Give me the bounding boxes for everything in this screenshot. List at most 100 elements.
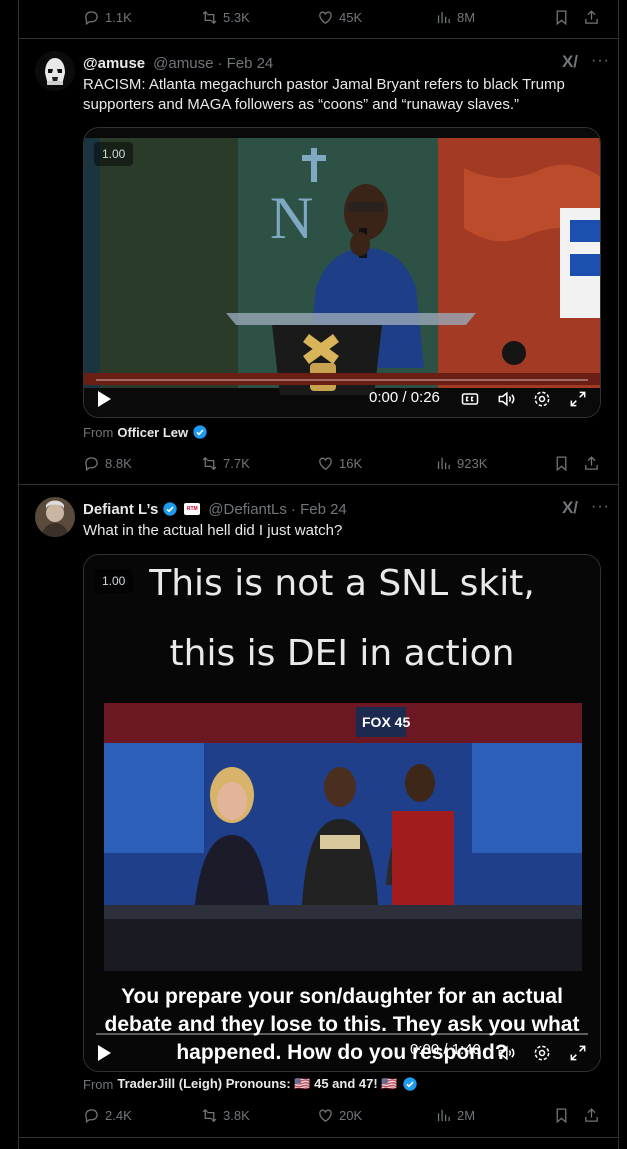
tweet[interactable]: Defiant L’s RTM @DefiantLs · Feb 24 X/ ·… <box>19 485 618 1135</box>
views-button[interactable]: 2M <box>435 1107 475 1124</box>
views-count: 8M <box>457 9 476 25</box>
bookmark-button[interactable] <box>553 455 570 472</box>
verified-icon <box>193 425 207 439</box>
playback-speed[interactable]: 1.00 <box>94 142 134 166</box>
reply-button[interactable]: 2.4K <box>83 1107 132 1124</box>
video-time: 0:00 / 0:26 <box>369 389 440 406</box>
views-button[interactable]: 923K <box>435 455 487 472</box>
like-icon <box>319 11 332 24</box>
reply-button[interactable]: 8.8K <box>83 455 132 472</box>
reply-button[interactable]: 1.1K <box>83 9 132 26</box>
tweet-date[interactable]: · Feb 24 <box>217 55 273 72</box>
progress-bar[interactable] <box>96 379 588 381</box>
tweet-actions: 8.8K 7.7K 16K 923K <box>83 451 604 475</box>
user-handle[interactable]: @amuse <box>153 55 213 72</box>
views-count: 923K <box>457 455 488 471</box>
repost-button[interactable]: 3.8K <box>201 1107 250 1124</box>
reply-icon <box>85 456 98 471</box>
reply-icon <box>85 1108 98 1123</box>
tweet-header: Defiant L’s RTM @DefiantLs · Feb 24 <box>83 499 608 519</box>
share-icon <box>585 9 598 24</box>
tweet-date[interactable]: · Feb 24 <box>291 501 347 518</box>
tweet-actions: 2.4K 3.8K 20K 2M <box>83 1103 604 1127</box>
verified-icon <box>402 1077 417 1091</box>
fullscreen-icon[interactable] <box>568 1043 588 1063</box>
like-count: 20K <box>339 1107 363 1123</box>
divider <box>19 1137 618 1138</box>
grok-icon[interactable]: X/ <box>562 52 578 72</box>
bookmark-button[interactable] <box>553 9 570 26</box>
person-avatar-image <box>35 497 75 537</box>
stormtrooper-avatar-image <box>35 51 75 91</box>
share-button[interactable] <box>583 9 600 26</box>
bookmark-button[interactable] <box>553 1107 570 1124</box>
video-player[interactable]: FOX 45 This is not a SNL skit, this is D… <box>83 554 601 1072</box>
tweet-actions: 1.1K 5.3K 45K 8M <box>83 5 604 29</box>
settings-icon[interactable] <box>532 1043 552 1063</box>
video-caption-top-2: this is DEI in action <box>169 633 515 674</box>
captions-icon[interactable] <box>460 389 480 409</box>
scene-logo: FOX 45 <box>362 714 410 730</box>
share-icon <box>585 455 598 470</box>
repost-count: 7.7K <box>223 455 250 471</box>
display-name[interactable]: @amuse <box>83 55 145 72</box>
from-label: From <box>83 424 114 440</box>
repost-icon <box>202 1108 217 1122</box>
tweet[interactable]: @amuse @amuse · Feb 24 X/ ··· RACISM: At… <box>19 39 618 484</box>
like-button[interactable]: 20K <box>317 1107 362 1124</box>
volume-icon[interactable] <box>496 1043 516 1063</box>
video-controls: 0:00 / 1:40 <box>84 1027 600 1071</box>
reply-icon <box>85 10 98 25</box>
volume-icon[interactable] <box>496 389 516 409</box>
video-attribution: From TraderJill (Leigh) Pronouns: 🇺🇸 45 … <box>83 1076 418 1092</box>
svg-text:N: N <box>270 185 313 251</box>
play-icon[interactable] <box>98 1045 111 1061</box>
video-controls: 0:00 / 0:26 <box>84 373 600 417</box>
repost-button[interactable]: 7.7K <box>201 455 250 472</box>
settings-icon[interactable] <box>532 389 552 409</box>
share-button[interactable] <box>583 455 600 472</box>
views-icon <box>437 1109 450 1121</box>
display-name[interactable]: Defiant L’s <box>83 501 158 518</box>
tweet-text: What in the actual hell did I just watch… <box>83 522 343 539</box>
views-count: 2M <box>457 1107 476 1123</box>
more-icon[interactable]: ··· <box>591 52 610 70</box>
avatar[interactable] <box>35 497 75 537</box>
playback-speed[interactable]: 1.00 <box>94 569 134 593</box>
affiliate-badge[interactable]: RTM <box>184 503 201 515</box>
video-player[interactable]: N 1.00 0:00 / 0:26 <box>83 127 601 418</box>
avatar[interactable] <box>35 51 75 91</box>
timeline: 1.1K 5.3K 45K 8M @amuse @amuse · Feb 24 … <box>18 0 619 1149</box>
reply-count: 2.4K <box>105 1107 132 1123</box>
bookmark-icon <box>556 9 567 25</box>
attribution-user[interactable]: TraderJill (Leigh) Pronouns: 🇺🇸 45 and 4… <box>117 1076 397 1092</box>
video-attribution: From Officer Lew <box>83 424 208 440</box>
repost-count: 5.3K <box>223 9 250 25</box>
like-button[interactable]: 45K <box>317 9 362 26</box>
play-icon[interactable] <box>98 391 111 407</box>
views-icon <box>437 457 450 469</box>
verified-icon <box>163 502 177 516</box>
like-count: 45K <box>339 9 363 25</box>
bookmark-icon <box>556 455 567 471</box>
repost-icon <box>202 10 217 24</box>
grok-icon[interactable]: X/ <box>562 498 578 518</box>
like-count: 16K <box>339 455 363 471</box>
views-button[interactable]: 8M <box>435 9 475 26</box>
fullscreen-icon[interactable] <box>568 389 588 409</box>
user-handle[interactable]: @DefiantLs <box>208 501 287 518</box>
tweet-header: @amuse @amuse · Feb 24 <box>83 53 608 73</box>
more-icon[interactable]: ··· <box>591 498 610 516</box>
like-button[interactable]: 16K <box>317 455 362 472</box>
from-label: From <box>83 1076 114 1092</box>
repost-count: 3.8K <box>223 1107 250 1123</box>
reply-count: 1.1K <box>105 9 132 25</box>
repost-button[interactable]: 5.3K <box>201 9 250 26</box>
share-button[interactable] <box>583 1107 600 1124</box>
attribution-user[interactable]: Officer Lew <box>117 425 188 440</box>
progress-bar[interactable] <box>96 1033 588 1035</box>
video-time: 0:00 / 1:40 <box>410 1041 481 1058</box>
views-icon <box>437 11 450 23</box>
tweet-text: RACISM: Atlanta megachurch pastor Jamal … <box>83 76 565 113</box>
repost-icon <box>202 456 217 470</box>
